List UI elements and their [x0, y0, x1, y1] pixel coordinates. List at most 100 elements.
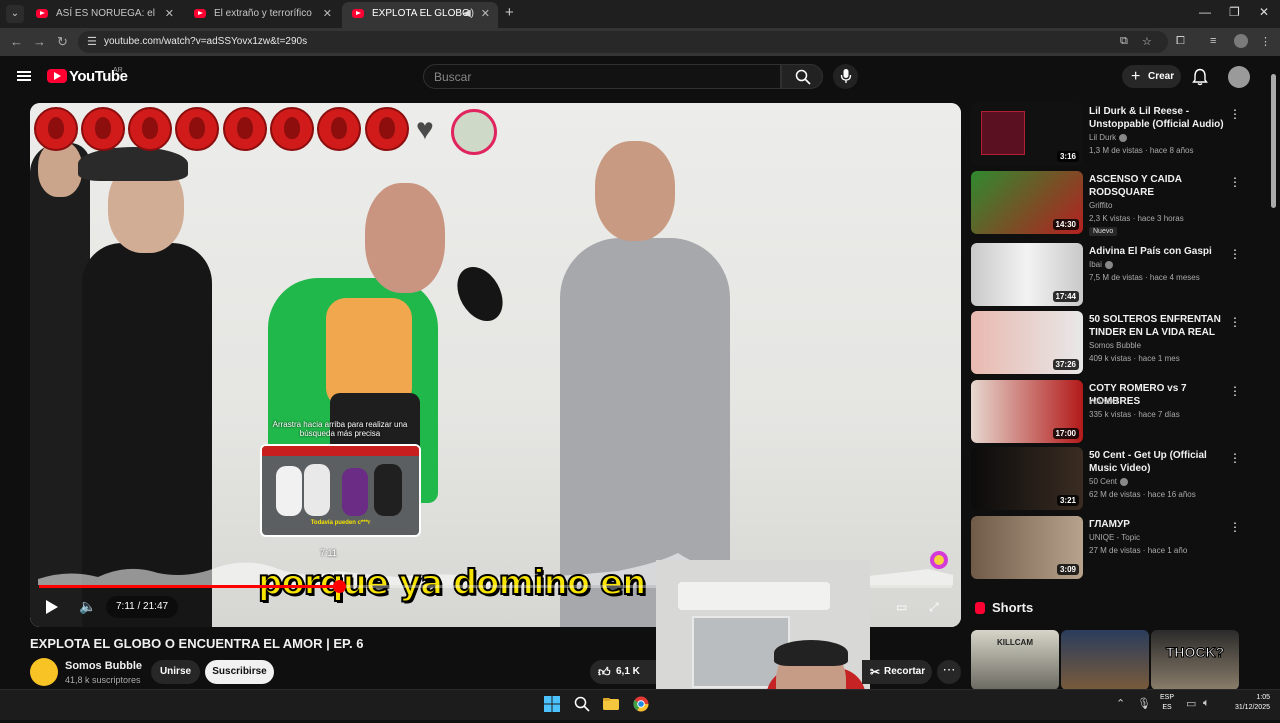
voice-search-button[interactable]: [833, 64, 858, 89]
create-button[interactable]: + Crear: [1122, 65, 1181, 88]
related-video[interactable]: 3:09 ГЛАМУР UNIQE - Topic 27 M de vistas…: [971, 516, 1241, 580]
short-thumbnail[interactable]: KILLCAM: [971, 630, 1059, 690]
close-tab-icon[interactable]: ✕: [323, 2, 332, 26]
create-label: Crear: [1148, 71, 1175, 82]
kebab-icon[interactable]: ⋮: [1229, 175, 1241, 189]
kebab-icon[interactable]: ⋮: [1229, 520, 1241, 534]
language-sub: ES: [1162, 704, 1172, 711]
search-button[interactable]: [781, 64, 823, 89]
channel-name: WANDII: [1089, 397, 1118, 406]
kebab-icon[interactable]: ⋮: [1229, 384, 1241, 398]
video-meta: 409 k vistas · hace 1 mes: [1089, 354, 1180, 363]
kebab-icon[interactable]: ⋮: [1229, 247, 1241, 261]
new-tab-button[interactable]: +: [505, 4, 514, 21]
participant-avatar: [81, 107, 125, 151]
play-icon[interactable]: [46, 600, 58, 614]
back-icon[interactable]: ←: [10, 34, 23, 49]
address-bar[interactable]: ☰ youtube.com/watch?v=adSSYovx1zw&t=290s: [78, 31, 1168, 53]
search-icon[interactable]: [574, 696, 590, 712]
join-button[interactable]: Unirse: [151, 660, 200, 684]
search-input[interactable]: [424, 65, 754, 89]
folder-icon[interactable]: [603, 696, 619, 712]
scissors-icon: ✂: [870, 665, 881, 679]
media-icon[interactable]: ≡: [1210, 35, 1216, 47]
related-video[interactable]: 17:44 Adivina El País con Gaspi Ibai 7,5…: [971, 243, 1241, 307]
volume-icon[interactable]: 🔈: [79, 598, 96, 615]
video-thumbnail: 17:00: [971, 380, 1083, 443]
video-duration: 3:09: [1056, 564, 1079, 575]
language-code: ESP: [1160, 694, 1175, 701]
video-player[interactable]: ♥ Arrastra hacia arriba para realizar un…: [30, 103, 961, 627]
related-video[interactable]: 17:00 COTY ROMERO vs 7 HOMBRES WANDII 33…: [971, 380, 1241, 444]
channel-text: Ibai: [1089, 260, 1102, 269]
air-conditioner: [678, 582, 830, 610]
tab-search-icon[interactable]: ⌄: [6, 5, 24, 23]
participant-avatar: [317, 107, 361, 151]
volume-icon[interactable]: 🔈︎: [1203, 697, 1210, 710]
extensions-icon[interactable]: ⧠: [1176, 35, 1185, 48]
browser-tab[interactable]: ASÍ ES NORUEGA: el "país perfe ✕: [26, 2, 182, 28]
related-video[interactable]: 3:16 Lil Durk & Lil Reese - Unstoppable …: [971, 103, 1241, 167]
short-thumbnail[interactable]: [1061, 630, 1149, 690]
tray-overflow-icon[interactable]: ⌃: [1116, 697, 1125, 710]
related-video[interactable]: 14:30 ASCENSO Y CAIDA RODSQUARE Griffito…: [971, 171, 1241, 236]
related-video[interactable]: 37:26 50 SOLTEROS ENFRENTAN TINDER EN LA…: [971, 311, 1241, 375]
subscribe-button[interactable]: Suscribirse: [205, 660, 274, 684]
minimize-icon[interactable]: —: [1199, 5, 1211, 19]
participant-avatar: [223, 107, 267, 151]
close-window-icon[interactable]: ✕: [1259, 5, 1269, 19]
mic-icon[interactable]: 🎙︎: [1137, 697, 1151, 710]
participant-avatar: [270, 107, 314, 151]
tab-title: El extraño y terrorífico caso de: [214, 8, 314, 19]
channel-name: Somos Bubble: [1089, 341, 1142, 350]
forward-icon[interactable]: →: [33, 34, 46, 49]
windows-icon[interactable]: [544, 696, 560, 712]
browser-profile-avatar[interactable]: [1234, 34, 1248, 48]
channel-name: UNIQE - Topic: [1089, 533, 1140, 542]
kebab-icon[interactable]: ⋮: [1229, 451, 1241, 465]
reload-icon[interactable]: ↻: [57, 34, 68, 50]
short-thumbnail[interactable]: THOCK?: [1151, 630, 1239, 690]
maximize-icon[interactable]: ❐: [1229, 5, 1240, 19]
close-tab-icon[interactable]: ✕: [481, 2, 490, 26]
browser-tab-strip: ⌄ ASÍ ES NORUEGA: el "país perfe ✕ El ex…: [0, 0, 1280, 28]
language-indicator[interactable]: ESP ES: [1160, 693, 1174, 713]
related-video[interactable]: 3:21 50 Cent - Get Up (Official Music Vi…: [971, 447, 1241, 511]
chrome-icon[interactable]: [633, 696, 649, 712]
close-tab-icon[interactable]: ✕: [165, 2, 174, 26]
browser-tab-active[interactable]: EXPLOTA EL GLOBO O ENCU ◀) ✕: [342, 2, 498, 28]
kebab-icon[interactable]: ⋮: [1229, 315, 1241, 329]
channel-avatar[interactable]: [30, 658, 58, 686]
miniplayer-icon[interactable]: ▭: [896, 600, 907, 614]
like-button[interactable]: 👍︎ 6,1 K: [590, 660, 656, 684]
heart-icon: ♥: [416, 113, 434, 146]
fullscreen-icon[interactable]: ⤢: [929, 600, 939, 615]
network-icon[interactable]: ▭: [1186, 697, 1196, 710]
person-cap: [78, 147, 188, 181]
install-icon[interactable]: ⧉: [1120, 35, 1128, 48]
channel-name[interactable]: Somos Bubble: [65, 660, 142, 672]
more-icon[interactable]: ⋯: [937, 660, 961, 684]
speaker-icon[interactable]: ◀): [463, 2, 474, 26]
youtube-logo-icon[interactable]: [47, 69, 67, 83]
menu-icon[interactable]: ⋮: [1260, 35, 1271, 48]
clip-label: Recortar: [884, 666, 926, 677]
clock[interactable]: 1:05 31/12/2025: [1222, 693, 1270, 713]
video-meta: 2,3 K vistas · hace 3 horas: [1089, 214, 1184, 223]
subscriber-count: 41,8 k suscriptores: [65, 675, 141, 685]
hamburger-icon[interactable]: [17, 71, 31, 81]
kebab-icon[interactable]: ⋮: [1229, 107, 1241, 121]
browser-tab[interactable]: El extraño y terrorífico caso de ✕: [184, 2, 340, 28]
verified-icon: [1104, 260, 1113, 269]
clip-button[interactable]: ✂ Recortar: [862, 660, 932, 684]
channel-watermark-icon: [930, 551, 948, 569]
bell-icon[interactable]: [1192, 68, 1208, 86]
channel-text: Lil Durk: [1089, 133, 1117, 142]
page-scrollbar[interactable]: [1271, 74, 1276, 208]
star-icon[interactable]: ☆: [1142, 35, 1152, 48]
video-thumbnail: 17:44: [971, 243, 1083, 306]
site-info-icon[interactable]: ☰: [87, 35, 97, 48]
user-avatar[interactable]: [1228, 66, 1250, 88]
time-display: 7:11 / 21:47: [106, 596, 179, 618]
youtube-favicon-icon: [194, 9, 206, 18]
